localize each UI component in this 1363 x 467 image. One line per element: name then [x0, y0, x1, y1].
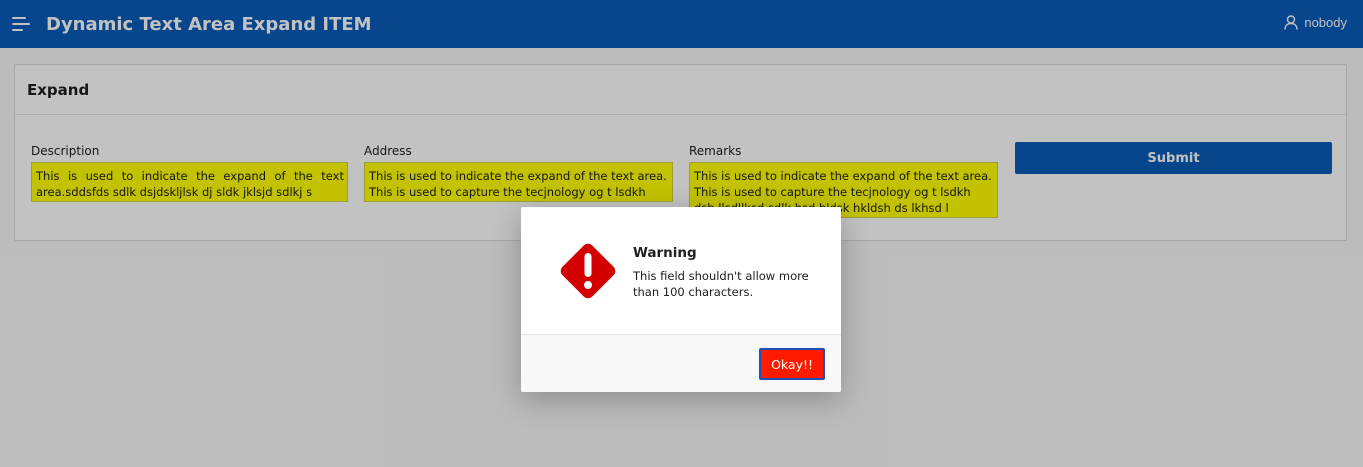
warning-dialog: Warning This field shouldn't allow more … [521, 207, 841, 392]
dialog-message: This field shouldn't allow more than 100… [633, 269, 809, 299]
warning-diamond-icon [560, 243, 616, 299]
dialog-footer: Okay!! [521, 335, 841, 392]
dialog-title: Warning [633, 245, 697, 261]
okay-button[interactable]: Okay!! [759, 348, 825, 380]
dialog-body: Warning This field shouldn't allow more … [521, 207, 841, 335]
